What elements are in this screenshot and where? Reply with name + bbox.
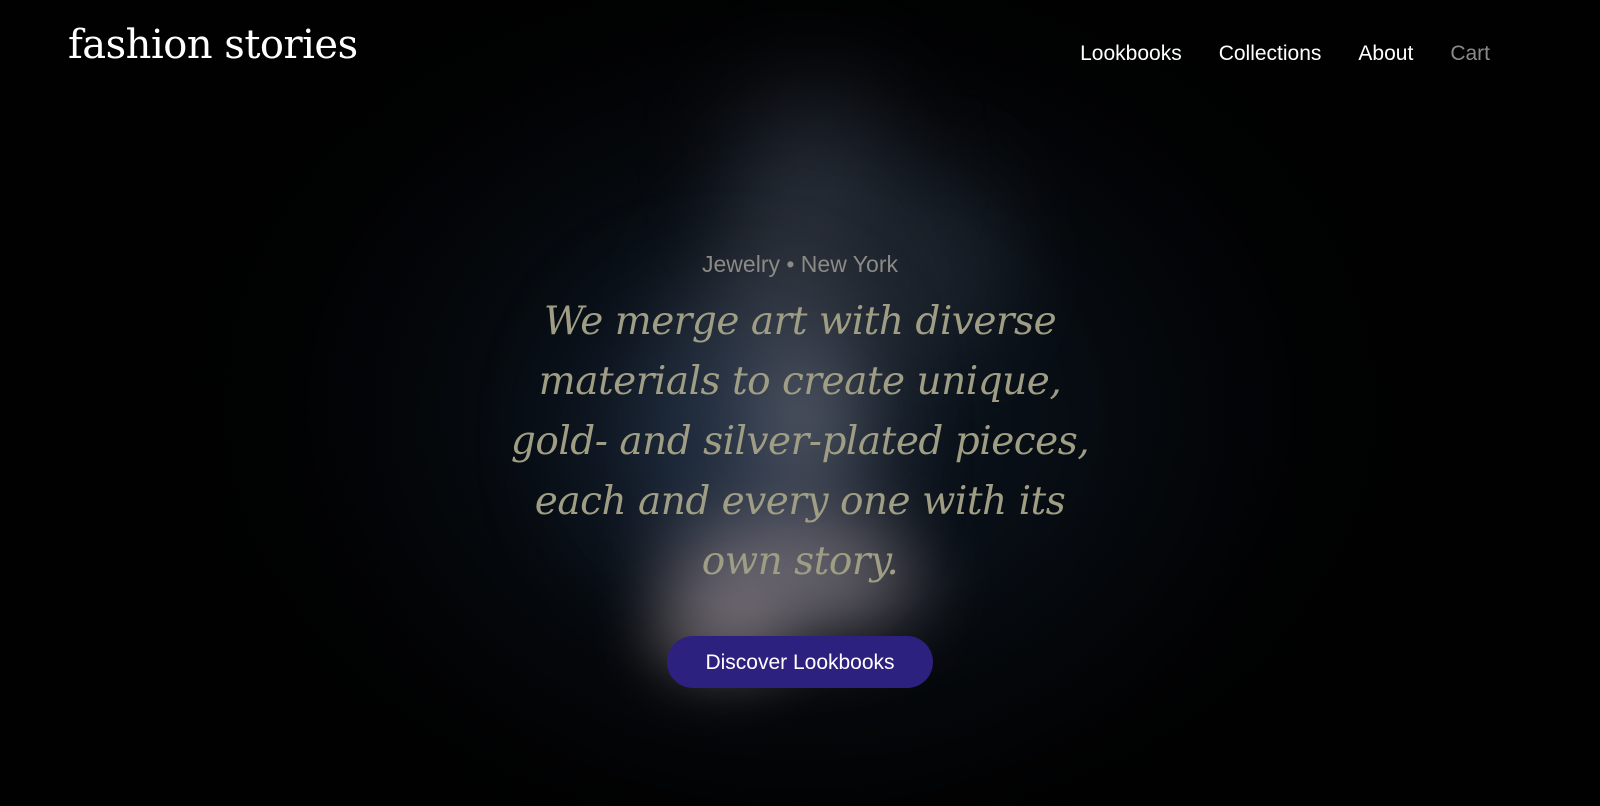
nav-link-cart[interactable]: Cart (1450, 42, 1490, 66)
hero-tagline: Jewelry • New York (702, 251, 898, 277)
main-nav: Lookbooks Collections About Cart (1080, 42, 1490, 66)
nav-link-lookbooks[interactable]: Lookbooks (1080, 42, 1182, 66)
site-header: fashion stories Lookbooks Collections Ab… (0, 0, 1600, 110)
hero-headline: We merge art with diverse materials to c… (510, 299, 1090, 584)
hero-section: Jewelry • New York We merge art with div… (0, 250, 1600, 688)
discover-lookbooks-button[interactable]: Discover Lookbooks (667, 636, 933, 688)
landing-page: fashion stories Lookbooks Collections Ab… (0, 0, 1600, 806)
nav-link-about[interactable]: About (1358, 42, 1413, 66)
site-logo[interactable]: fashion stories (68, 22, 358, 68)
nav-link-collections[interactable]: Collections (1219, 42, 1322, 66)
